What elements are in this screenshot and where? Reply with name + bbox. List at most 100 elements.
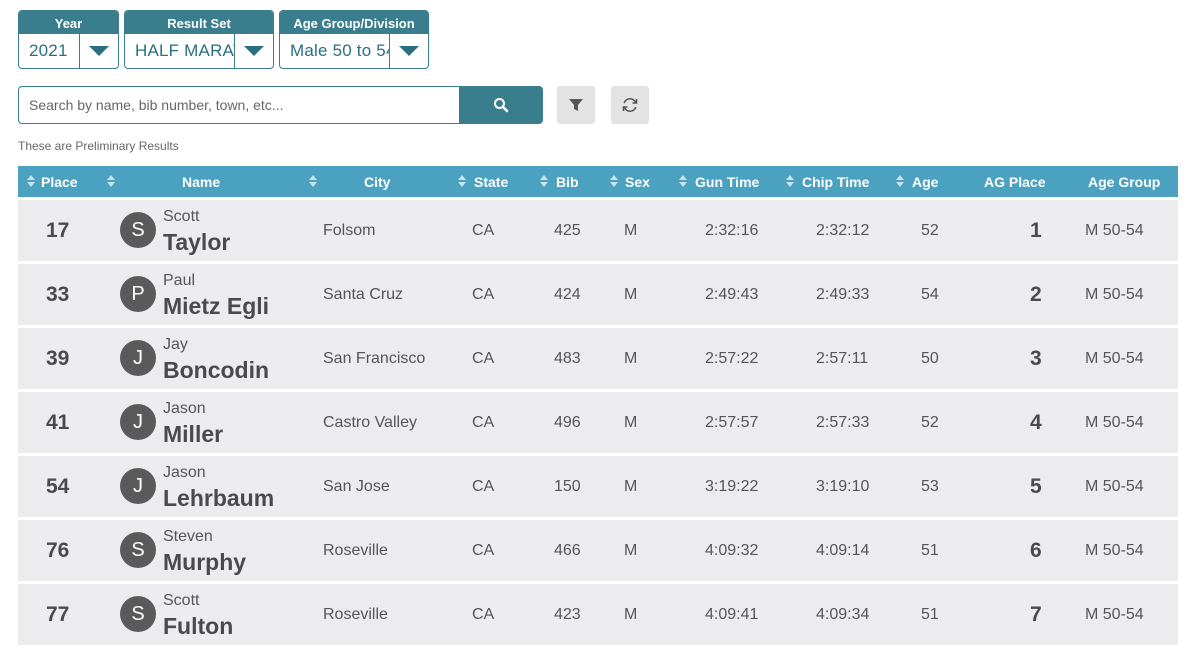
first-name[interactable]: Jay <box>163 336 188 354</box>
bib-cell: 424 <box>554 286 581 303</box>
column-header-state[interactable]: State <box>474 166 508 197</box>
age-group-dropdown-button[interactable] <box>389 34 428 68</box>
age-cell: 51 <box>921 542 939 559</box>
age-cell: 51 <box>921 606 939 623</box>
chip-time-cell: 3:19:10 <box>816 478 870 495</box>
last-name[interactable]: Miller <box>163 421 223 447</box>
column-header-chip-time[interactable]: Chip Time <box>802 166 869 197</box>
search-button[interactable] <box>459 86 543 124</box>
city-cell: Roseville <box>323 542 388 559</box>
first-name[interactable]: Jason <box>163 400 206 418</box>
sex-cell: M <box>624 606 638 623</box>
table-row[interactable]: 77 S Scott Fulton Roseville CA 423 M 4:0… <box>18 584 1178 645</box>
year-filter[interactable]: Year 2021 <box>18 10 119 69</box>
avatar: P <box>120 276 156 312</box>
ag-place-cell: 2 <box>1030 283 1042 306</box>
column-header-gun-time[interactable]: Gun Time <box>695 166 759 197</box>
city-cell: Roseville <box>323 606 388 623</box>
bib-cell: 496 <box>554 414 581 431</box>
age-cell: 50 <box>921 350 939 367</box>
column-header-age-group[interactable]: Age Group <box>1088 166 1160 197</box>
sort-icon <box>27 175 35 188</box>
filter-button[interactable] <box>557 86 595 124</box>
avatar: S <box>120 212 156 248</box>
result-set-filter[interactable]: Result Set HALF MARATHON <box>124 10 274 69</box>
state-cell: CA <box>472 478 495 495</box>
ag-place-cell: 6 <box>1030 539 1042 562</box>
age-group-cell: M 50-54 <box>1085 542 1144 559</box>
table-row[interactable]: 41 J Jason Miller Castro Valley CA 496 M… <box>18 392 1178 453</box>
table-row[interactable]: 39 J Jay Boncodin San Francisco CA 483 M… <box>18 328 1178 389</box>
table-row[interactable]: 76 S Steven Murphy Roseville CA 466 M 4:… <box>18 520 1178 581</box>
age-cell: 52 <box>921 222 939 239</box>
sort-icon <box>610 175 618 188</box>
result-set-select-value[interactable]: HALF MARATHON <box>125 41 234 61</box>
place-cell: 39 <box>46 347 70 370</box>
sort-icon <box>107 175 115 188</box>
chip-time-cell: 4:09:14 <box>816 542 870 559</box>
age-group-cell: M 50-54 <box>1085 478 1144 495</box>
refresh-icon <box>622 97 638 113</box>
result-set-select[interactable]: HALF MARATHON <box>125 34 273 68</box>
first-name[interactable]: Scott <box>163 592 199 610</box>
filter-icon <box>569 99 583 111</box>
age-group-filter[interactable]: Age Group/Division Male 50 to 54 <box>279 10 429 69</box>
ag-place-cell: 1 <box>1030 219 1042 242</box>
city-cell: Folsom <box>323 222 376 239</box>
column-header-city[interactable]: City <box>364 166 390 197</box>
table-row[interactable]: 54 J Jason Lehrbaum San Jose CA 150 M 3:… <box>18 456 1178 517</box>
place-cell: 54 <box>46 475 70 498</box>
avatar: S <box>120 596 156 632</box>
column-header-sex[interactable]: Sex <box>625 166 650 197</box>
table-row[interactable]: 33 P Paul Mietz Egli Santa Cruz CA 424 M… <box>18 264 1178 325</box>
first-name[interactable]: Paul <box>163 272 195 290</box>
sex-cell: M <box>624 222 638 239</box>
age-cell: 54 <box>921 286 939 303</box>
state-cell: CA <box>472 414 495 431</box>
preliminary-notice: These are Preliminary Results <box>18 139 179 153</box>
last-name[interactable]: Lehrbaum <box>163 485 274 511</box>
bib-cell: 483 <box>554 350 581 367</box>
chip-time-cell: 2:57:33 <box>816 414 870 431</box>
last-name[interactable]: Fulton <box>163 613 233 639</box>
city-cell: San Francisco <box>323 350 426 367</box>
column-header-name[interactable]: Name <box>182 166 220 197</box>
year-select-value[interactable]: 2021 <box>19 41 79 61</box>
place-cell: 41 <box>46 411 70 434</box>
table-row[interactable]: 17 S Scott Taylor Folsom CA 425 M 2:32:1… <box>18 200 1178 261</box>
place-cell: 76 <box>46 539 70 562</box>
age-group-cell: M 50-54 <box>1085 606 1144 623</box>
refresh-button[interactable] <box>611 86 649 124</box>
search-input[interactable] <box>18 86 459 124</box>
first-name[interactable]: Steven <box>163 528 213 546</box>
sex-cell: M <box>624 414 638 431</box>
last-name[interactable]: Mietz Egli <box>163 293 269 319</box>
ag-place-cell: 7 <box>1030 603 1042 626</box>
last-name[interactable]: Murphy <box>163 549 246 575</box>
state-cell: CA <box>472 350 495 367</box>
table-header: Place Name City State Bib Sex Gun Time C… <box>18 166 1178 197</box>
ag-place-cell: 4 <box>1030 411 1042 434</box>
first-name[interactable]: Scott <box>163 208 199 226</box>
first-name[interactable]: Jason <box>163 464 206 482</box>
age-group-select[interactable]: Male 50 to 54 <box>280 34 428 68</box>
year-dropdown-button[interactable] <box>79 34 118 68</box>
last-name[interactable]: Boncodin <box>163 357 269 383</box>
chip-time-cell: 2:49:33 <box>816 286 870 303</box>
column-header-place[interactable]: Place <box>41 166 78 197</box>
column-header-ag-place[interactable]: AG Place <box>984 166 1045 197</box>
avatar: J <box>120 404 156 440</box>
age-group-select-value[interactable]: Male 50 to 54 <box>280 41 389 61</box>
bib-cell: 466 <box>554 542 581 559</box>
year-select[interactable]: 2021 <box>19 34 118 68</box>
gun-time-cell: 2:32:16 <box>705 222 759 239</box>
ag-place-cell: 3 <box>1030 347 1042 370</box>
result-set-dropdown-button[interactable] <box>234 34 273 68</box>
column-header-bib[interactable]: Bib <box>556 166 579 197</box>
age-group-cell: M 50-54 <box>1085 414 1144 431</box>
city-cell: Santa Cruz <box>323 286 404 303</box>
gun-time-cell: 4:09:32 <box>705 542 759 559</box>
results-table: Place Name City State Bib Sex Gun Time C… <box>18 166 1178 645</box>
last-name[interactable]: Taylor <box>163 229 230 255</box>
column-header-age[interactable]: Age <box>912 166 938 197</box>
